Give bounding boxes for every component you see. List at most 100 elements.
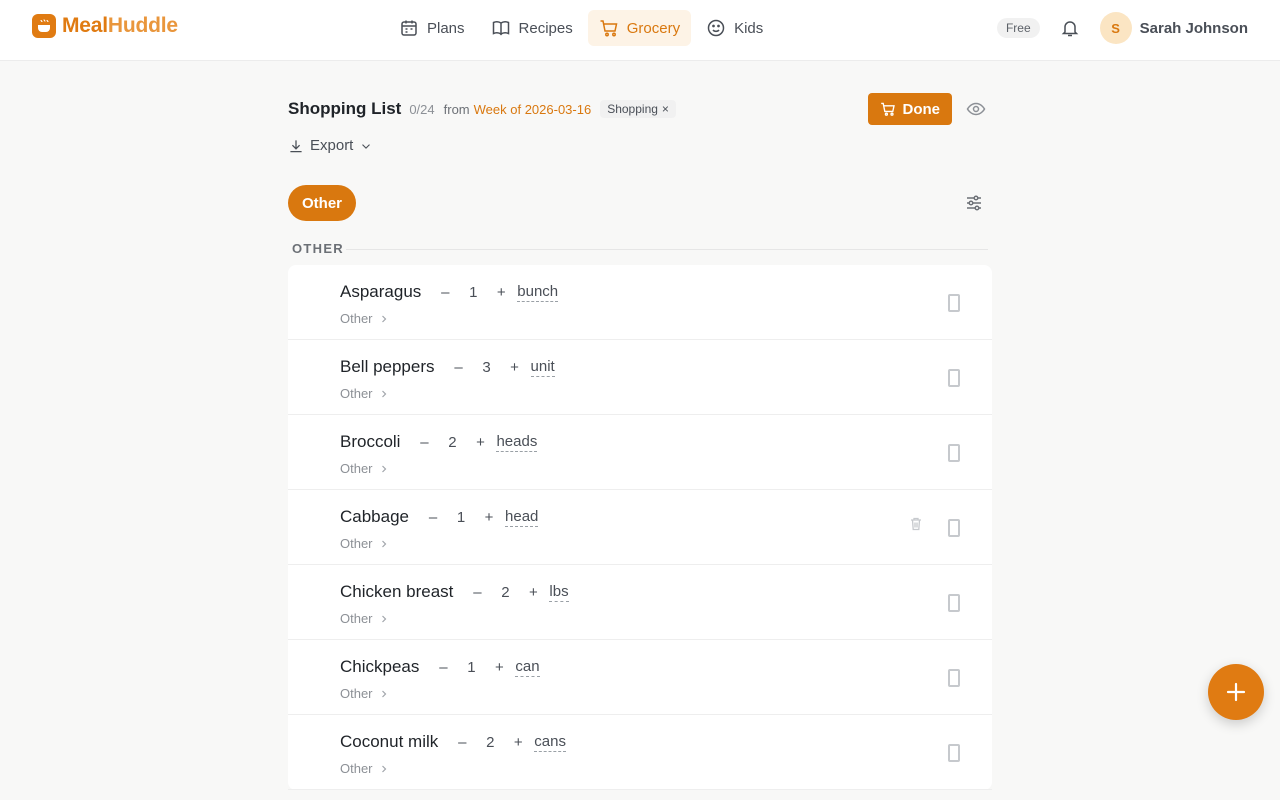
list-item[interactable]: Chicken breast – 2 + lbs Other [288,565,992,640]
nav-recipes-label: Recipes [518,19,573,37]
item-checkbox[interactable] [948,669,960,687]
brand-name-part2: Huddle [107,14,178,37]
nav-kids[interactable]: Kids [695,10,774,46]
increase-button[interactable]: + [491,284,511,301]
sliders-icon[interactable] [964,193,984,213]
book-icon [492,21,509,36]
unit-selector[interactable]: can [515,658,540,677]
decrease-button[interactable]: – [423,509,443,526]
list-item[interactable]: Cabbage – 1 + head Other [288,490,992,565]
category-selector[interactable]: Other [340,686,389,701]
main-nav: Plans Recipes Grocery Kids [388,10,774,46]
done-button[interactable]: Done [867,93,952,125]
list-item[interactable]: Broccoli – 2 + heads Other [288,415,992,490]
nav-grocery[interactable]: Grocery [587,10,692,46]
quantity-value: 1 [469,283,478,301]
category-label: Other [340,461,373,476]
plan-badge[interactable]: Free [996,18,1040,38]
increase-button[interactable]: + [470,434,490,451]
item-name[interactable]: Bell peppers [340,357,435,377]
nav-plans-label: Plans [427,19,465,37]
status-badge: Shopping × [600,100,676,118]
decrease-button[interactable]: – [452,734,472,751]
status-badge-label: Shopping [607,102,658,116]
bell-icon[interactable] [1060,18,1080,38]
add-item-button[interactable] [1208,664,1264,720]
from-label: from [443,101,470,117]
item-name[interactable]: Asparagus [340,282,421,302]
category-selector[interactable]: Other [340,461,389,476]
item-checkbox[interactable] [948,519,960,537]
category-label: Other [340,611,373,626]
item-checkbox[interactable] [948,294,960,312]
avatar[interactable]: S [1099,12,1132,44]
trash-icon[interactable] [908,516,924,532]
account-area: Free S Sarah Johnson [996,12,1248,44]
item-checkbox[interactable] [948,744,960,762]
done-button-label: Done [902,100,941,118]
unit-selector[interactable]: lbs [549,583,569,602]
unit-selector[interactable]: cans [534,733,566,752]
category-selector[interactable]: Other [340,311,389,326]
increase-button[interactable]: + [508,734,528,751]
category-selector[interactable]: Other [340,536,389,551]
unit-selector[interactable]: unit [530,358,555,377]
increase-button[interactable]: + [489,659,509,676]
category-label: Other [340,761,373,776]
list-item[interactable]: Coconut milk – 2 + cans Other [288,715,992,790]
chevron-right-icon [381,765,386,772]
nav-recipes[interactable]: Recipes [480,10,584,46]
quantity-value: 2 [486,733,495,751]
quantity-value: 3 [482,358,491,376]
list-item[interactable]: Chickpeas – 1 + can Other [288,640,992,715]
decrease-button[interactable]: – [449,359,469,376]
item-name[interactable]: Cabbage [340,507,409,527]
item-checkbox[interactable] [948,369,960,387]
calendar-icon [401,20,417,36]
increase-button[interactable]: + [479,509,499,526]
category-label: Other [340,536,373,551]
unit-selector[interactable]: bunch [517,283,559,302]
decrease-button[interactable]: – [433,659,453,676]
unit-selector[interactable]: head [505,508,539,527]
decrease-button[interactable]: – [435,284,455,301]
increase-button[interactable]: + [523,584,543,601]
decrease-button[interactable]: – [414,434,434,451]
brand-name: MealHuddle [62,14,178,38]
chevron-right-icon [381,315,386,322]
quantity-stepper: – 2 + [467,584,543,601]
quantity-value: 1 [456,508,466,526]
unit-selector[interactable]: heads [496,433,538,452]
week-link[interactable]: Week of 2026-03-16 [474,102,592,117]
plus-icon [1226,682,1246,702]
brand-logo[interactable]: MealHuddle [32,14,178,38]
user-name[interactable]: Sarah Johnson [1140,20,1248,37]
item-name[interactable]: Broccoli [340,432,400,452]
chevron-right-icon [381,615,386,622]
item-name[interactable]: Chickpeas [340,657,419,677]
export-dropdown[interactable]: Export [288,137,373,154]
category-selector[interactable]: Other [340,761,389,776]
eye-icon[interactable] [966,99,986,119]
quantity-stepper: – 3 + [449,359,525,376]
nav-kids-label: Kids [734,19,764,37]
category-selector[interactable]: Other [340,611,389,626]
decrease-button[interactable]: – [467,584,487,601]
close-icon[interactable]: × [662,102,669,116]
chevron-down-icon [362,143,371,149]
category-chip-other[interactable]: Other [288,185,357,221]
item-checkbox[interactable] [948,444,960,462]
quantity-stepper: – 1 + [435,284,511,301]
export-label: Export [310,137,354,154]
cart-icon [880,102,895,116]
quantity-stepper: – 1 + [433,659,509,676]
list-item[interactable]: Asparagus – 1 + bunch Other [288,265,992,340]
nav-plans[interactable]: Plans [388,10,476,46]
list-item[interactable]: Bell peppers – 3 + unit Other [288,340,992,415]
category-selector[interactable]: Other [340,386,389,401]
item-name[interactable]: Chicken breast [340,582,453,602]
item-checkbox[interactable] [948,594,960,612]
quantity-stepper: – 1 + [423,509,499,526]
increase-button[interactable]: + [505,359,525,376]
item-name[interactable]: Coconut milk [340,732,438,752]
